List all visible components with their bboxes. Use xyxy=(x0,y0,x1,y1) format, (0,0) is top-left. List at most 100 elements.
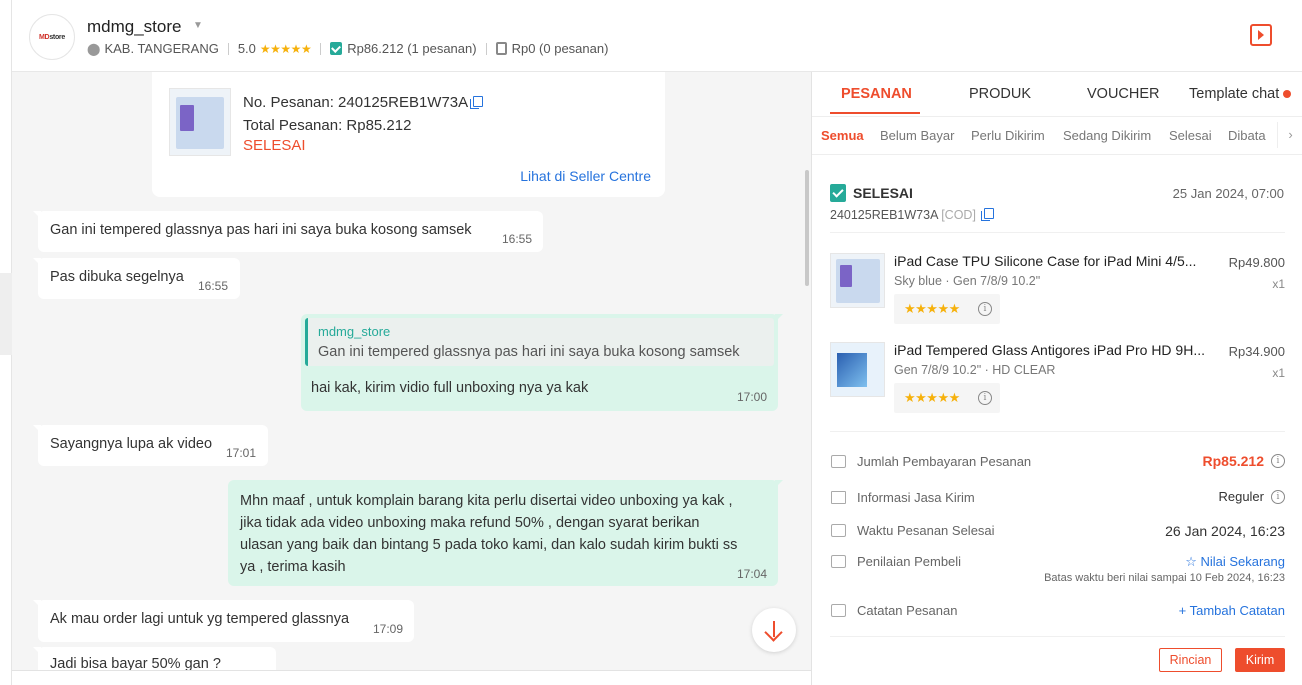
order-total: Total Pesanan: Rp85.212 xyxy=(243,117,412,134)
paid-orders: Rp86.212 (1 pesanan) xyxy=(347,41,477,56)
left-edge-highlight xyxy=(0,273,12,355)
toggle-panel-icon[interactable] xyxy=(1250,24,1272,46)
filter-perlu-dikirim[interactable]: Perlu Dikirim xyxy=(971,128,1045,143)
store-location: KAB. TANGERANG xyxy=(104,41,219,56)
item-rating: ★★★★★ i xyxy=(894,383,1000,413)
message-text: Pas dibuka segelnya xyxy=(50,269,184,285)
item-name[interactable]: iPad Case TPU Silicone Case for iPad Min… xyxy=(894,253,1212,269)
shipping-value: Reguler i xyxy=(1218,489,1285,504)
info-icon[interactable]: i xyxy=(978,302,992,316)
filter-selesai[interactable]: Selesai xyxy=(1169,128,1212,143)
chat-messages[interactable]: No. Pesanan: 240125REB1W73A Total Pesana… xyxy=(12,72,811,670)
divider xyxy=(830,232,1285,233)
notes-icon xyxy=(831,604,846,617)
filter-semua[interactable]: Semua xyxy=(821,128,864,143)
unpaid-orders: Rp0 (0 pesanan) xyxy=(511,41,609,56)
payment-value: Rp85.212 i xyxy=(1203,453,1285,469)
filter-sedang-dikirim[interactable]: Sedang Dikirim xyxy=(1063,128,1151,143)
message-incoming: Ak mau order lagi untuk yg tempered glas… xyxy=(33,600,414,642)
tab-produk[interactable]: PRODUK xyxy=(969,86,1031,102)
order-number: No. Pesanan: 240125REB1W73A xyxy=(243,94,484,111)
divider xyxy=(320,42,322,55)
status-filter: Semua Belum Bayar Perlu Dikirim Sedang D… xyxy=(812,117,1302,155)
shipping-label: Informasi Jasa Kirim xyxy=(857,490,975,505)
message-text: Sayangnya lupa ak video xyxy=(50,436,213,452)
message-text: Mhn maaf , untuk komplain barang kita pe… xyxy=(240,493,738,575)
message-text: Gan ini tempered glassnya pas hari ini s… xyxy=(50,222,472,238)
notes-label: Catatan Pesanan xyxy=(857,603,958,618)
message-text: hai kak, kirim vidio full unboxing nya y… xyxy=(311,380,589,396)
item-variant: Gen 7/8/9 10.2" · HD CLEAR xyxy=(894,363,1056,377)
message-time: 17:01 xyxy=(226,446,257,460)
star-rating-icon: ★★★★★ xyxy=(904,390,960,405)
review-now-link[interactable]: ☆ Nilai Sekarang xyxy=(1185,554,1285,570)
info-icon[interactable]: i xyxy=(978,391,992,405)
info-icon[interactable]: i xyxy=(1271,454,1285,468)
order-date: 25 Jan 2024, 07:00 xyxy=(1172,186,1284,201)
message-time: 17:09 xyxy=(373,622,404,636)
message-text: Jadi bisa bayar 50% gan ? xyxy=(50,656,221,670)
completed-check-icon xyxy=(830,184,846,202)
order-id: 240125REB1W73A [COD] xyxy=(830,208,995,222)
calendar-icon xyxy=(831,524,846,537)
store-meta: ⬤ KAB. TANGERANG 5.0 ★★★★★ Rp86.212 (1 p… xyxy=(87,41,608,56)
item-quantity: x1 xyxy=(1272,277,1285,291)
order-status-row: SELESAI xyxy=(830,184,913,202)
star-box-icon xyxy=(831,555,846,568)
active-tab-indicator xyxy=(830,112,920,114)
quote-text: Gan ini tempered glassnya pas hari ini s… xyxy=(318,344,740,360)
chat-scrollbar[interactable] xyxy=(805,170,809,286)
store-logo: MDstore xyxy=(39,33,65,41)
truck-icon xyxy=(831,491,846,504)
copy-icon[interactable] xyxy=(981,208,995,221)
message-time: 17:00 xyxy=(737,390,768,404)
store-name[interactable]: mdmg_store xyxy=(87,17,181,37)
message-outgoing-reply: mdmg_store Gan ini tempered glassnya pas… xyxy=(301,314,783,411)
order-status-title: SELESAI xyxy=(853,185,913,201)
tab-voucher[interactable]: VOUCHER xyxy=(1087,86,1160,102)
paid-check-icon xyxy=(330,42,343,55)
message-incoming: Jadi bisa bayar 50% gan ? xyxy=(33,647,276,670)
quoted-message[interactable]: mdmg_store Gan ini tempered glassnya pas… xyxy=(305,318,774,366)
payment-icon xyxy=(831,455,846,468)
copy-icon[interactable] xyxy=(470,96,484,109)
item-name[interactable]: iPad Tempered Glass Antigores iPad Pro H… xyxy=(894,342,1212,358)
message-time: 16:55 xyxy=(198,279,229,293)
product-thumbnail xyxy=(169,88,231,156)
details-button[interactable]: Rincian xyxy=(1159,648,1222,672)
location-pin-icon: ⬤ xyxy=(87,41,101,56)
completed-time-label: Waktu Pesanan Selesai xyxy=(857,523,995,538)
filter-belum-bayar[interactable]: Belum Bayar xyxy=(880,128,954,143)
scroll-down-button[interactable] xyxy=(752,608,796,652)
caret-down-icon[interactable]: ▼ xyxy=(193,20,203,31)
seller-centre-link[interactable]: Lihat di Seller Centre xyxy=(520,168,651,184)
item-variant: Sky blue · Gen 7/8/9 10.2" xyxy=(894,274,1041,288)
item-price: Rp34.900 xyxy=(1228,344,1285,359)
unpaid-box-icon xyxy=(495,42,507,55)
store-rating: 5.0 xyxy=(237,41,256,56)
item-price: Rp49.800 xyxy=(1228,255,1285,270)
filter-dibatalkan[interactable]: Dibata xyxy=(1228,128,1276,143)
store-avatar[interactable]: MDstore xyxy=(29,14,75,60)
item-rating: ★★★★★ i xyxy=(894,294,1000,324)
send-button[interactable]: Kirim xyxy=(1235,648,1285,672)
message-time: 16:55 xyxy=(502,232,533,246)
order-card: No. Pesanan: 240125REB1W73A Total Pesana… xyxy=(152,72,665,197)
chat-input-bar[interactable] xyxy=(12,670,811,685)
add-notes-link[interactable]: + Tambah Catatan xyxy=(1179,603,1285,618)
tab-pesanan[interactable]: PESANAN xyxy=(841,86,912,102)
tab-template-chat[interactable]: Template chat xyxy=(1189,86,1292,102)
chat-header: MDstore mdmg_store ▼ ⬤ KAB. TANGERANG 5.… xyxy=(12,0,1302,72)
review-label: Penilaian Pembeli xyxy=(857,554,962,569)
order-panel: PESANAN PRODUK VOUCHER Template chat Sem… xyxy=(811,72,1302,685)
message-incoming: Gan ini tempered glassnya pas hari ini s… xyxy=(33,211,543,252)
completed-time-value: 26 Jan 2024, 16:23 xyxy=(1165,523,1285,539)
item-quantity: x1 xyxy=(1272,366,1285,380)
review-deadline: Batas waktu beri nilai sampai 10 Feb 202… xyxy=(1044,572,1285,584)
chevron-right-icon[interactable]: › xyxy=(1277,122,1302,148)
message-text: Ak mau order lagi untuk yg tempered glas… xyxy=(50,611,350,627)
item-thumbnail[interactable] xyxy=(830,342,885,397)
item-thumbnail[interactable] xyxy=(830,253,885,308)
info-icon[interactable]: i xyxy=(1271,489,1285,504)
order-status: SELESAI xyxy=(243,137,306,154)
